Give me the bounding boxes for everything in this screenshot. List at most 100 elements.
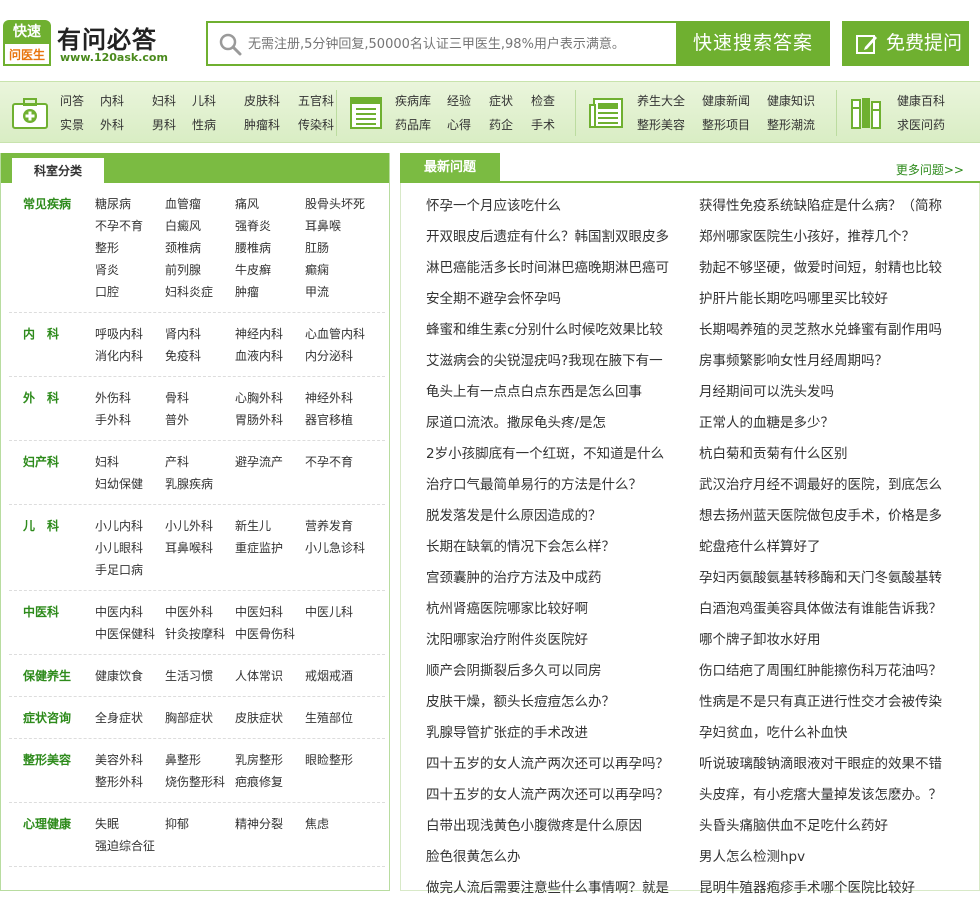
department-link[interactable]: 强迫综合征	[95, 835, 165, 857]
question-link[interactable]: 治疗口气最简单易行的方法是什么？	[426, 470, 699, 501]
question-link[interactable]: 哪个牌子卸妆水好用	[699, 625, 980, 656]
nav-link[interactable]: 整形美容	[637, 116, 702, 140]
question-link[interactable]: 孕妇丙氨酸氨基转移酶和天门冬氨酸基转	[699, 563, 980, 594]
question-link[interactable]: 听说玻璃酸钠滴眼液对干眼症的效果不错	[699, 749, 980, 780]
department-link[interactable]: 小儿急诊科	[305, 537, 375, 559]
department-link[interactable]: 失眠	[95, 813, 165, 835]
nav-link[interactable]: 养生大全	[637, 92, 702, 116]
question-link[interactable]: 孕妇贫血，吃什么补血快	[699, 718, 980, 749]
question-link[interactable]: 护肝片能长期吃吗哪里买比较好	[699, 284, 980, 315]
department-link[interactable]: 血管瘤	[165, 193, 235, 215]
department-title[interactable]: 妇产科	[9, 451, 95, 495]
nav-link[interactable]: 整形项目	[702, 116, 767, 140]
department-link[interactable]: 耳鼻喉	[305, 215, 375, 237]
department-link[interactable]: 健康饮食	[95, 665, 165, 687]
nav-link[interactable]: 健康百科	[897, 92, 967, 116]
department-link[interactable]: 新生儿	[235, 515, 305, 537]
question-link[interactable]: 顺产会阴撕裂后多久可以同房	[426, 656, 699, 687]
department-link[interactable]: 手外科	[95, 409, 165, 431]
department-title[interactable]: 保健养生	[9, 665, 95, 687]
department-link[interactable]: 肾炎	[95, 259, 165, 281]
more-questions-link[interactable]: 更多问题>>	[896, 161, 964, 178]
nav-link[interactable]: 药企	[489, 116, 531, 140]
question-link[interactable]: 做完人流后需要注意些什么事情啊？就是	[426, 873, 699, 904]
department-link[interactable]: 美容外科	[95, 749, 165, 771]
question-link[interactable]: 龟头上有一点点白点东西是怎么回事	[426, 377, 699, 408]
department-link[interactable]: 全身症状	[95, 707, 165, 729]
department-link[interactable]: 中医妇科	[235, 601, 305, 623]
question-link[interactable]: 脱发落发是什么原因造成的？	[426, 501, 699, 532]
department-link[interactable]: 癫痫	[305, 259, 375, 281]
department-link[interactable]: 避孕流产	[235, 451, 305, 473]
department-link[interactable]: 胸部症状	[165, 707, 235, 729]
department-link[interactable]: 骨科	[165, 387, 235, 409]
department-link[interactable]: 股骨头坏死	[305, 193, 375, 215]
nav-link[interactable]: 健康知识	[767, 92, 837, 116]
department-link[interactable]: 烧伤整形科	[165, 771, 235, 793]
department-link[interactable]: 小儿内科	[95, 515, 165, 537]
department-link[interactable]: 呼吸内科	[95, 323, 165, 345]
department-link[interactable]: 小儿眼科	[95, 537, 165, 559]
department-link[interactable]: 生殖部位	[305, 707, 375, 729]
nav-link[interactable]: 皮肤科	[244, 92, 298, 116]
department-title[interactable]: 心理健康	[9, 813, 95, 857]
department-tab[interactable]: 科室分类	[12, 158, 104, 183]
department-link[interactable]: 外伤科	[95, 387, 165, 409]
nav-link[interactable]: 五官科	[298, 92, 348, 116]
department-link[interactable]: 抑郁	[165, 813, 235, 835]
question-link[interactable]: 白带出现浅黄色小腹微疼是什么原因	[426, 811, 699, 842]
department-link[interactable]: 血液内科	[235, 345, 305, 367]
department-link[interactable]: 妇科	[95, 451, 165, 473]
question-link[interactable]: 长期在缺氧的情况下会怎么样？	[426, 532, 699, 563]
search-button[interactable]: 快速搜索答案	[676, 21, 830, 66]
department-link[interactable]: 乳房整形	[235, 749, 305, 771]
question-link[interactable]: 获得性免疫系统缺陷症是什么病？（简称	[699, 191, 980, 222]
department-title[interactable]: 整形美容	[9, 749, 95, 793]
department-link[interactable]: 小儿外科	[165, 515, 235, 537]
question-link[interactable]: 男人怎么检测hpv	[699, 842, 980, 873]
free-ask-button[interactable]: 免费提问	[842, 21, 969, 66]
question-link[interactable]: 杭白菊和贡菊有什么区别	[699, 439, 980, 470]
department-link[interactable]: 皮肤症状	[235, 707, 305, 729]
department-link[interactable]: 肛肠	[305, 237, 375, 259]
department-link[interactable]: 产科	[165, 451, 235, 473]
department-link[interactable]: 不孕不育	[305, 451, 375, 473]
question-link[interactable]: 头昏头痛脑供血不足吃什么药好	[699, 811, 980, 842]
department-link[interactable]: 重症监护	[235, 537, 305, 559]
question-link[interactable]: 开双眼皮后遗症有什么？韩国割双眼皮多	[426, 222, 699, 253]
question-link[interactable]: 杭州肾癌医院哪家比较好啊	[426, 594, 699, 625]
department-title[interactable]: 内 科	[9, 323, 95, 367]
logo-title[interactable]: 有问必答	[57, 20, 157, 55]
question-link[interactable]: 安全期不避孕会怀孕吗	[426, 284, 699, 315]
question-link[interactable]: 蜂蜜和维生素c分别什么时候吃效果比较	[426, 315, 699, 346]
department-link[interactable]: 中医骨伤科	[235, 623, 305, 645]
nav-link[interactable]: 药品库	[395, 116, 447, 140]
nav-link[interactable]: 检查	[531, 92, 571, 116]
department-title[interactable]: 外 科	[9, 387, 95, 431]
department-link[interactable]: 强脊炎	[235, 215, 305, 237]
question-link[interactable]: 尿道口流浓。撒尿龟头疼/是怎	[426, 408, 699, 439]
question-link[interactable]: 脸色很黄怎么办	[426, 842, 699, 873]
nav-link[interactable]: 整形潮流	[767, 116, 837, 140]
department-link[interactable]: 鼻整形	[165, 749, 235, 771]
nav-link[interactable]: 健康新闻	[702, 92, 767, 116]
department-link[interactable]: 免疫科	[165, 345, 235, 367]
department-link[interactable]: 颈椎病	[165, 237, 235, 259]
department-link[interactable]: 普外	[165, 409, 235, 431]
department-link[interactable]: 眼睑整形	[305, 749, 375, 771]
nav-link[interactable]: 手术	[531, 116, 571, 140]
question-link[interactable]: 头皮痒，有小疙瘩大量掉发该怎麽办。？	[699, 780, 980, 811]
department-link[interactable]: 牛皮癣	[235, 259, 305, 281]
department-link[interactable]: 肿瘤	[235, 281, 305, 303]
department-link[interactable]: 手足口病	[95, 559, 165, 581]
department-link[interactable]: 糖尿病	[95, 193, 165, 215]
question-link[interactable]: 长期喝养殖的灵芝熬水兑蜂蜜有副作用吗	[699, 315, 980, 346]
department-link[interactable]: 乳腺疾病	[165, 473, 235, 495]
department-link[interactable]: 中医外科	[165, 601, 235, 623]
nav-link[interactable]: 求医问药	[897, 116, 967, 140]
department-link[interactable]: 中医儿科	[305, 601, 375, 623]
question-link[interactable]: 昆明牛殖器疱疹手术哪个医院比较好	[699, 873, 980, 904]
department-title[interactable]: 儿 科	[9, 515, 95, 581]
question-link[interactable]: 淋巴癌能活多长时间淋巴癌晚期淋巴癌可	[426, 253, 699, 284]
question-link[interactable]: 勃起不够坚硬，做爱时间短，射精也比较	[699, 253, 980, 284]
